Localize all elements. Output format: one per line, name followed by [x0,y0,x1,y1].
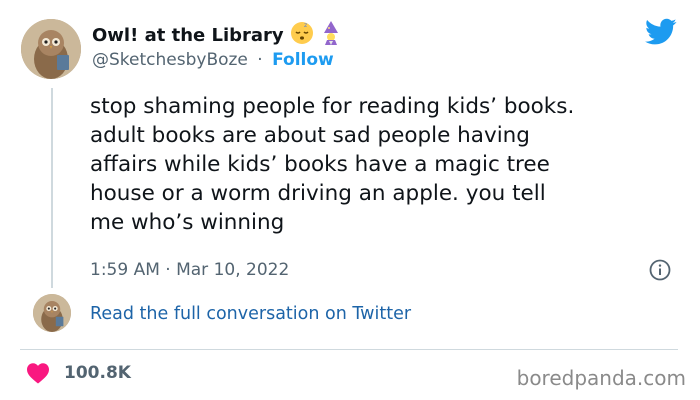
thread-line [51,88,53,288]
like-row: 100.8K [26,362,131,384]
avatar[interactable] [21,19,81,79]
owl-avatar-icon [21,19,81,79]
watermark: boredpanda.com [516,366,686,390]
handle-row: @SketchesbyBoze · Follow [92,50,334,70]
twitter-bird-icon[interactable] [645,18,677,46]
heart-icon[interactable] [26,362,50,384]
read-full-conversation-link[interactable]: Read the full conversation on Twitter [90,304,411,324]
reply-avatar[interactable] [33,294,71,332]
tweet-text: stop shaming people for reading kids’ bo… [90,94,575,235]
author-name-row: Owl! at the Library z [92,21,342,49]
follow-button[interactable]: Follow [272,50,334,70]
handle[interactable]: @SketchesbyBoze [92,50,248,70]
owl-avatar-small-icon [33,294,71,332]
like-count[interactable]: 100.8K [64,363,131,383]
display-name[interactable]: Owl! at the Library [92,25,284,46]
separator: · [257,50,263,70]
timestamp[interactable]: 1:59 AM · Mar 10, 2022 [90,260,289,280]
svg-text:z: z [304,22,307,29]
info-icon[interactable] [649,259,671,281]
sleeping-face-emoji-icon: z [290,21,314,49]
divider [20,349,678,350]
wizard-emoji-icon [320,21,342,49]
